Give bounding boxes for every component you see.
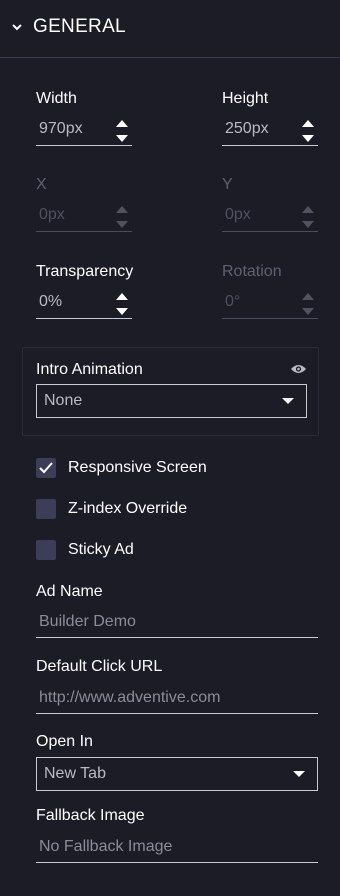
rotation-stepper[interactable] (302, 291, 314, 317)
y-placeholder[interactable]: 0px (225, 206, 251, 224)
caret-down-icon[interactable] (282, 398, 294, 404)
width-stepper[interactable] (116, 118, 128, 144)
y-input[interactable]: 0px (222, 202, 318, 232)
rotation-decrement-icon[interactable] (302, 308, 314, 315)
rotation-placeholder[interactable]: 0° (225, 293, 240, 311)
x-decrement-icon[interactable] (116, 221, 128, 228)
sticky-ad-checkbox-row[interactable]: Sticky Ad (36, 540, 306, 562)
height-label: Height (222, 90, 269, 107)
fallback-image-input[interactable]: No Fallback Image (36, 833, 318, 863)
height-decrement-icon[interactable] (302, 135, 314, 142)
intro-animation-select[interactable]: None (36, 384, 307, 418)
transparency-label: Transparency (36, 263, 134, 280)
y-label: Y (222, 176, 233, 193)
y-stepper[interactable] (302, 204, 314, 230)
y-decrement-icon[interactable] (302, 221, 314, 228)
transparency-value[interactable]: 0% (39, 293, 62, 311)
sticky-ad-checkbox[interactable] (36, 540, 56, 560)
rotation-label: Rotation (222, 263, 282, 280)
ad-name-input[interactable]: Builder Demo (36, 608, 318, 638)
fallback-image-value[interactable]: No Fallback Image (39, 838, 172, 856)
open-in-select[interactable]: New Tab (36, 757, 318, 791)
fallback-image-label: Fallback Image (36, 807, 145, 824)
x-stepper[interactable] (116, 204, 128, 230)
eye-icon[interactable] (290, 363, 307, 375)
rotation-increment-icon[interactable] (302, 293, 314, 300)
rotation-input[interactable]: 0° (222, 289, 318, 319)
height-stepper[interactable] (302, 118, 314, 144)
default-click-url-input[interactable]: http://www.adventive.com (36, 684, 318, 714)
caret-down-icon[interactable] (293, 771, 305, 777)
intro-animation-label: Intro Animation (36, 361, 143, 378)
width-increment-icon[interactable] (116, 120, 128, 127)
responsive-screen-label[interactable]: Responsive Screen (68, 459, 207, 477)
responsive-screen-checkbox[interactable] (36, 458, 56, 478)
general-section-header[interactable]: GENERAL (0, 0, 340, 58)
transparency-increment-icon[interactable] (116, 293, 128, 300)
sticky-ad-label[interactable]: Sticky Ad (68, 541, 134, 559)
width-label: Width (36, 90, 77, 107)
transparency-decrement-icon[interactable] (116, 308, 128, 315)
default-click-url-value[interactable]: http://www.adventive.com (39, 689, 220, 707)
x-input[interactable]: 0px (36, 202, 132, 232)
responsive-screen-checkbox-row[interactable]: Responsive Screen (36, 458, 306, 480)
intro-animation-value[interactable]: None (44, 392, 82, 410)
ad-name-value[interactable]: Builder Demo (39, 613, 136, 631)
height-input[interactable]: 250px (222, 116, 318, 146)
section-title: GENERAL (33, 16, 126, 37)
x-placeholder[interactable]: 0px (39, 206, 65, 224)
checkmark-icon (39, 462, 53, 474)
width-input[interactable]: 970px (36, 116, 132, 146)
open-in-value[interactable]: New Tab (44, 765, 106, 783)
z-index-override-label[interactable]: Z-index Override (68, 500, 187, 518)
height-value[interactable]: 250px (225, 120, 269, 138)
open-in-label: Open In (36, 733, 93, 750)
height-increment-icon[interactable] (302, 120, 314, 127)
ad-name-label: Ad Name (36, 583, 103, 600)
width-decrement-icon[interactable] (116, 135, 128, 142)
x-increment-icon[interactable] (116, 206, 128, 213)
y-increment-icon[interactable] (302, 206, 314, 213)
z-index-override-checkbox-row[interactable]: Z-index Override (36, 499, 306, 521)
x-label: X (36, 176, 47, 193)
z-index-override-checkbox[interactable] (36, 499, 56, 519)
transparency-stepper[interactable] (116, 291, 128, 317)
transparency-input[interactable]: 0% (36, 289, 132, 319)
default-click-url-label: Default Click URL (36, 658, 163, 675)
chevron-down-icon[interactable] (11, 21, 23, 33)
width-value[interactable]: 970px (39, 120, 83, 138)
